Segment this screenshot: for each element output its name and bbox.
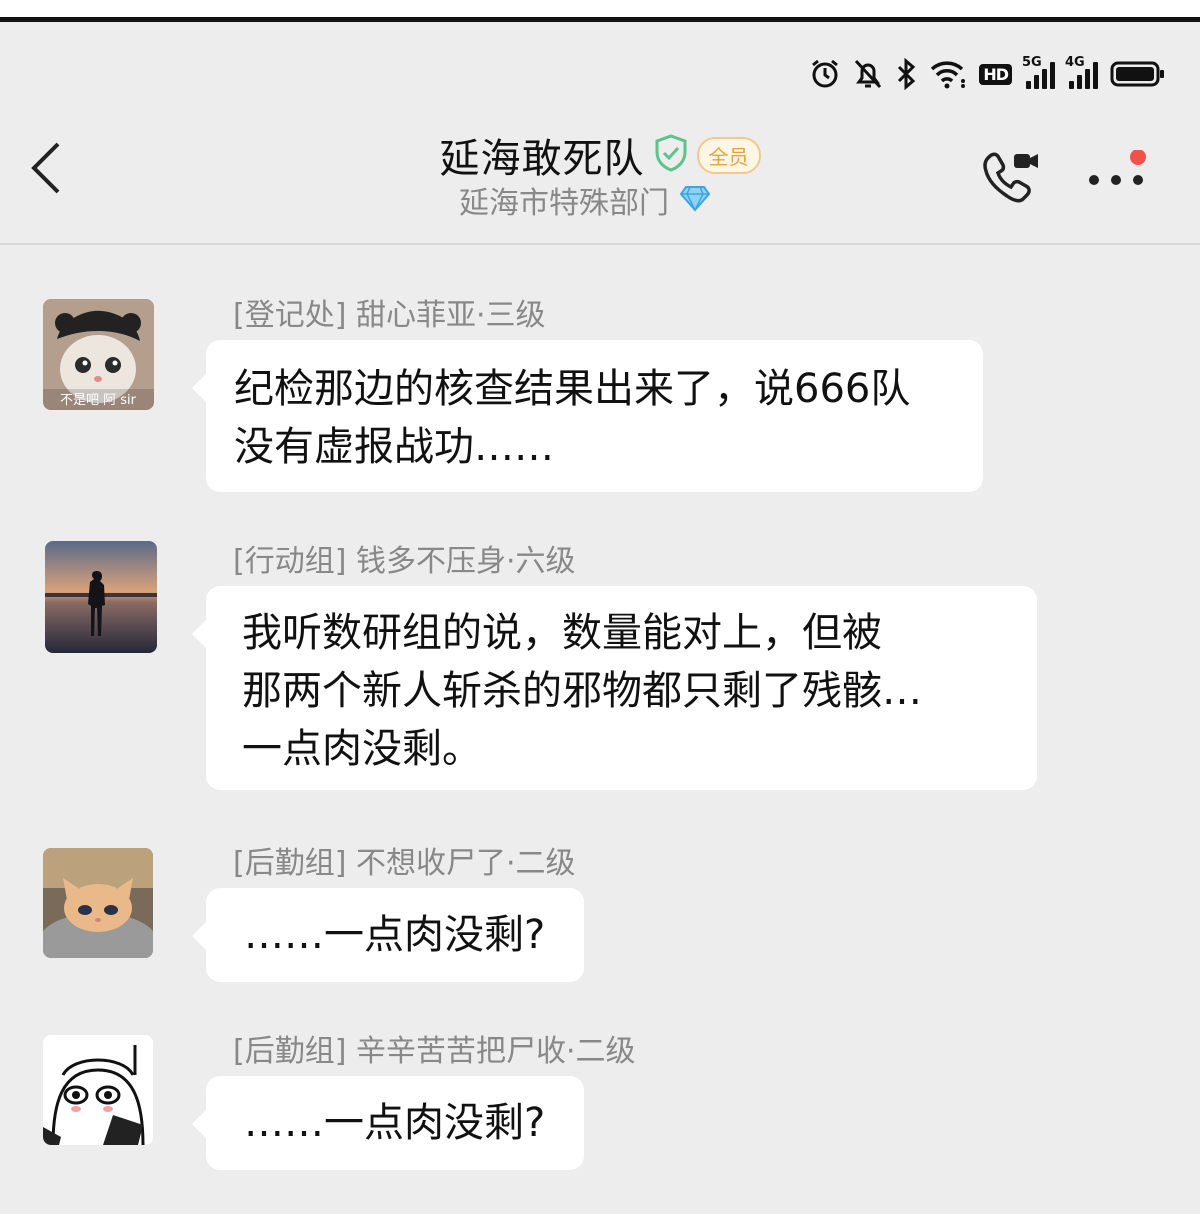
sender-name[interactable]: [登记处] 甜心菲亚·三级	[233, 290, 545, 334]
screen-top-edge	[0, 17, 1200, 22]
signal-4g-label: 4G	[1065, 55, 1085, 70]
wifi-icon	[929, 59, 967, 89]
message-bubble[interactable]: 纪检那边的核查结果出来了，说666队 没有虚报战功……	[192, 340, 983, 492]
video-call-button[interactable]	[980, 146, 1042, 212]
message-bubble[interactable]: ……一点肉没剩?	[192, 888, 584, 982]
message-line: 我听数研组的说，数量能对上，但被	[242, 610, 882, 656]
avatar-caption: 不是吧 阿 sir	[60, 393, 137, 408]
battery-icon	[1110, 60, 1166, 88]
more-dots-icon	[1089, 149, 1146, 185]
signal-5g-label: 5G	[1022, 55, 1042, 70]
message-line: 一点肉没剩。	[242, 726, 482, 772]
diamond-icon	[679, 184, 711, 216]
message-line: 没有虚报战功……	[234, 424, 554, 470]
crying-kitten-avatar-image	[43, 848, 153, 958]
group-title[interactable]: 延海敢死队	[440, 126, 645, 184]
chat-header: 延海敢死队 全员 延海市特殊部门	[0, 108, 1200, 245]
avatar[interactable]: 不是吧 阿 sir	[43, 299, 154, 410]
sender-name[interactable]: [行动组] 钱多不压身·六级	[233, 536, 575, 580]
sender-name[interactable]: [后勤组] 不想收尸了·二级	[233, 838, 575, 882]
member-badge: 全员	[696, 136, 761, 174]
hd-voice-icon: HD	[979, 63, 1012, 85]
message-line: ……一点肉没剩?	[244, 1100, 546, 1146]
status-bar: HD 5G 4G	[809, 50, 1166, 98]
bluetooth-icon	[895, 58, 917, 90]
avatar[interactable]	[45, 541, 157, 653]
verified-shield-icon	[653, 133, 689, 177]
message-line: 纪检那边的核查结果出来了，说666队	[234, 366, 911, 412]
cartoon-crying-avatar-image	[43, 1035, 153, 1145]
more-options-button[interactable]	[1086, 149, 1152, 194]
sunset-silhouette-avatar-image	[45, 541, 157, 653]
avatar[interactable]	[43, 1035, 153, 1145]
mute-bell-icon	[853, 58, 883, 90]
message-bubble[interactable]: ……一点肉没剩?	[192, 1076, 584, 1170]
phone-video-icon	[983, 152, 1038, 203]
sender-name[interactable]: [后勤组] 辛辛苦苦把尸收·二级	[233, 1026, 635, 1070]
message-bubble[interactable]: 我听数研组的说，数量能对上，但被 那两个新人斩杀的邪物都只剩了残骸… 一点肉没剩…	[192, 586, 1037, 790]
message-line: 那两个新人斩杀的邪物都只剩了残骸…	[242, 668, 922, 714]
message-line: ……一点肉没剩?	[244, 912, 546, 958]
signal-4g-icon: 4G	[1065, 55, 1098, 89]
avatar[interactable]	[43, 848, 153, 958]
alarm-icon	[809, 58, 841, 90]
signal-5g-icon: 5G	[1022, 55, 1055, 89]
cat-avatar-image: 不是吧 阿 sir	[43, 299, 154, 410]
group-subtitle: 延海市特殊部门	[459, 186, 669, 221]
